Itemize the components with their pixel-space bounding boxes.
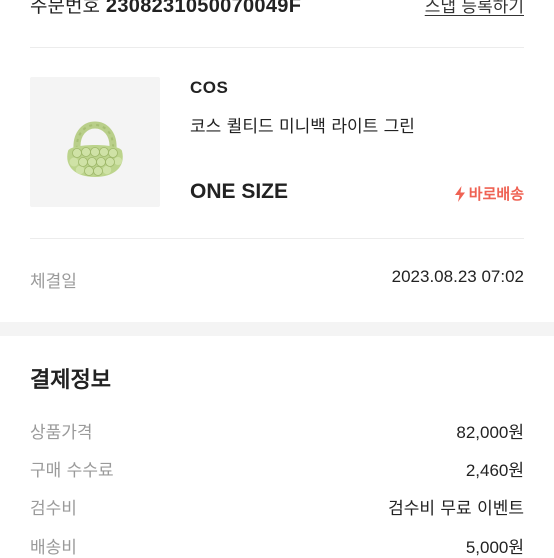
- fast-delivery-label: 바로배송: [468, 185, 524, 203]
- quilted-mini-bag-image: [67, 121, 123, 177]
- inspection-fee-value: 검수비 무료 이벤트: [388, 499, 524, 519]
- order-number-row: 주문번호 2308231050070049F: [30, 0, 301, 18]
- divider: [30, 47, 524, 48]
- purchase-fee-value: 2,460원: [465, 461, 524, 480]
- payment-info-title: 결제정보: [30, 368, 111, 393]
- section-separator: [0, 322, 554, 336]
- snap-register-link[interactable]: 스냅 등록하기: [425, 0, 524, 17]
- order-number-value: 2308231050070049F: [105, 0, 302, 17]
- order-number-label: 주문번호: [30, 0, 100, 17]
- contract-date-label: 체결일: [30, 272, 77, 292]
- product-name[interactable]: 코스 퀼티드 미니백 라이트 그린: [190, 112, 415, 137]
- purchase-fee-label: 구매 수수료: [30, 461, 114, 481]
- shipping-fee-value: 5,000원: [465, 538, 524, 557]
- inspection-fee-label: 검수비: [30, 499, 77, 519]
- fast-delivery-badge: 바로배송: [454, 183, 524, 204]
- shipping-fee-label: 배송비: [30, 538, 77, 558]
- divider: [30, 238, 524, 239]
- product-image[interactable]: [30, 77, 160, 207]
- product-price-label: 상품가격: [30, 423, 93, 443]
- product-size: ONE SIZE: [190, 180, 289, 203]
- contract-date-value: 2023.08.23 07:02: [391, 267, 524, 286]
- lightning-icon: [454, 185, 465, 202]
- product-price-value: 82,000원: [456, 423, 524, 442]
- product-brand: COS: [190, 78, 229, 97]
